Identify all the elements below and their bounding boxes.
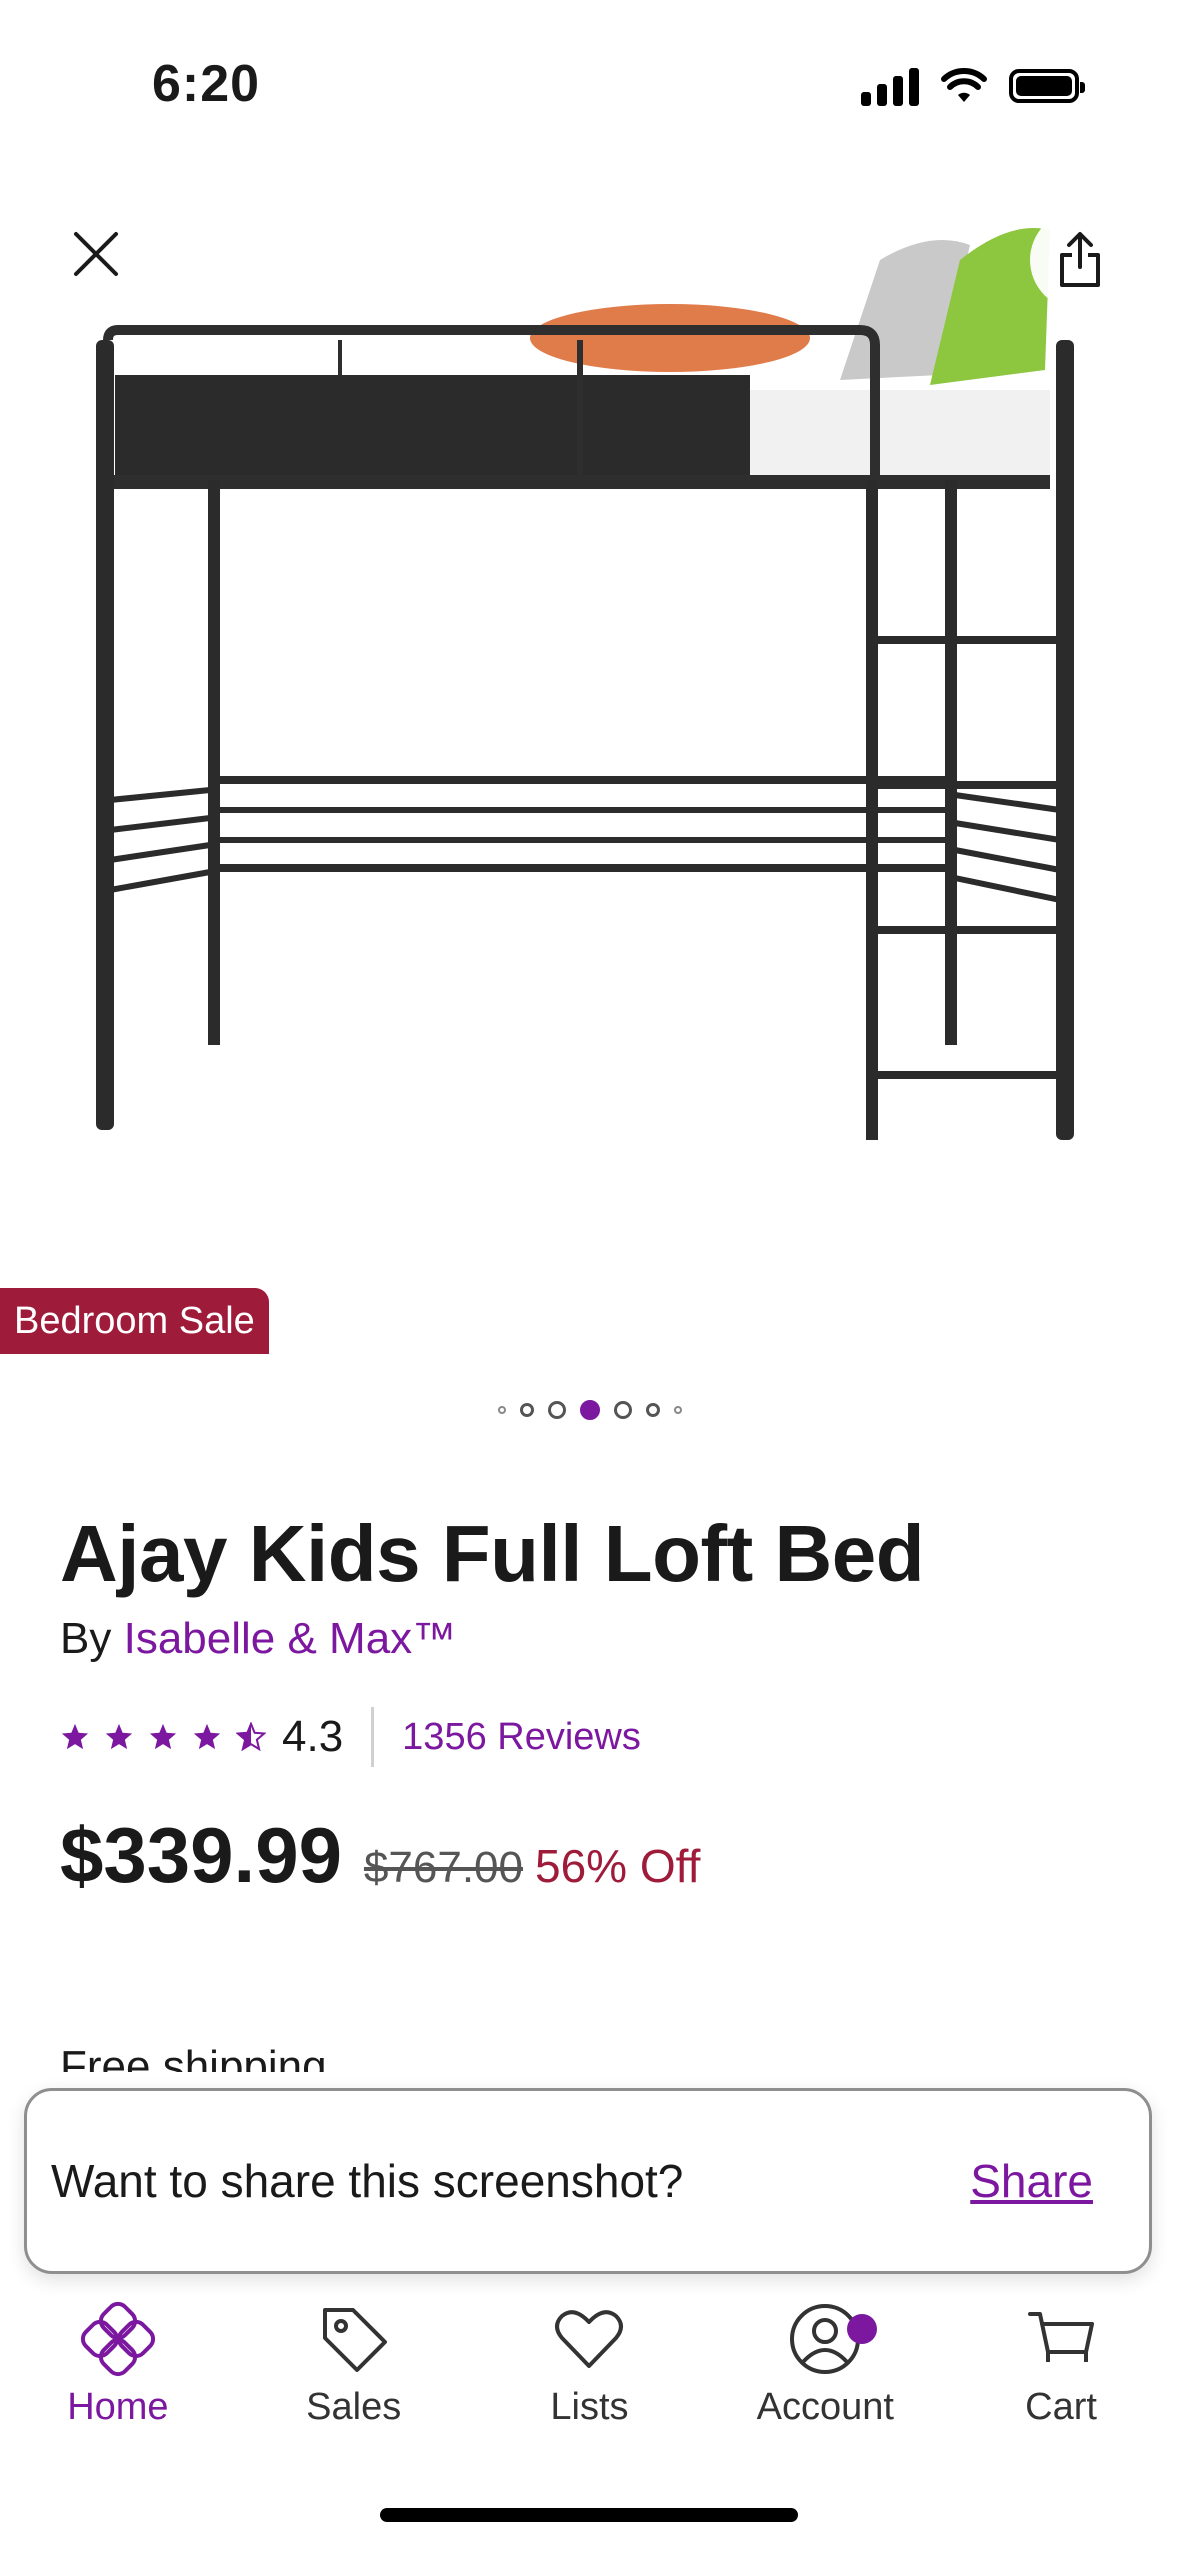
rating-stars (60, 1722, 266, 1752)
star-icon (149, 1723, 177, 1750)
carousel-dot[interactable] (547, 1401, 566, 1419)
nav-label: Sales (306, 2386, 402, 2428)
rating-row: 4.3 1356 Reviews (60, 1704, 641, 1770)
close-icon (74, 232, 118, 276)
share-screenshot-prompt: Want to share this screenshot? Share (24, 2088, 1152, 2274)
star-half-icon (236, 1722, 266, 1752)
nav-item-sales[interactable]: Sales (254, 2300, 454, 2429)
carousel-indicator[interactable] (0, 1400, 1179, 1420)
nav-item-account[interactable]: Account (725, 2300, 925, 2429)
status-icons (861, 66, 1085, 106)
nav-label: Lists (550, 2386, 629, 2428)
rating-value: 4.3 (282, 1712, 344, 1761)
carousel-dot-active[interactable] (579, 1400, 600, 1420)
divider (371, 1707, 375, 1767)
home-indicator (380, 2508, 798, 2522)
nav-item-home[interactable]: Home (18, 2300, 218, 2429)
heart-icon (555, 2310, 624, 2368)
price-row: $339.99 $767.00 56% Off (60, 1810, 700, 1901)
carousel-dot[interactable] (645, 1403, 660, 1417)
nav-label: Home (67, 2386, 169, 2428)
share-prompt-text: Want to share this screenshot? (51, 2155, 684, 2207)
status-time: 6:20 (152, 55, 261, 113)
star-icon (105, 1723, 133, 1750)
discount-label: 56% Off (535, 1840, 701, 1892)
brand-line: By Isabelle & Max™ (60, 1614, 456, 1664)
star-icon (193, 1723, 221, 1750)
share-prompt-button[interactable]: Share (970, 2154, 1093, 2208)
carousel-dot[interactable] (519, 1403, 534, 1417)
product-image[interactable] (0, 150, 1179, 1350)
shipping-info: Free shipping (60, 2042, 327, 2072)
by-label: By (60, 1614, 112, 1663)
close-button[interactable] (58, 216, 134, 292)
current-price: $339.99 (60, 1811, 342, 1899)
cart-icon (1028, 2312, 1095, 2362)
battery-icon (1009, 69, 1085, 103)
cellular-signal-icon (861, 66, 919, 106)
product-title: Ajay Kids Full Loft Bed (60, 1509, 925, 1598)
share-icon (1060, 232, 1100, 287)
brand-link[interactable]: Isabelle & Max™ (124, 1614, 457, 1663)
share-button[interactable] (1030, 210, 1130, 310)
star-icon (61, 1723, 89, 1750)
reviews-link[interactable]: 1356 Reviews (402, 1716, 641, 1759)
nav-item-lists[interactable]: Lists (489, 2300, 689, 2429)
original-price: $767.00 (363, 1843, 524, 1892)
carousel-dot[interactable] (497, 1406, 506, 1414)
nav-item-cart[interactable]: Cart (961, 2300, 1161, 2429)
home-icon (80, 2301, 155, 2377)
wifi-icon (941, 68, 987, 102)
loft-bed-illustration (96, 228, 1074, 1140)
sale-badge: Bedroom Sale (0, 1288, 269, 1354)
nav-label: Cart (1025, 2386, 1097, 2428)
status-bar: 6:20 (0, 0, 1179, 150)
notification-badge (847, 2314, 878, 2344)
nav-label: Account (756, 2386, 894, 2428)
carousel-dot[interactable] (613, 1401, 632, 1419)
bottom-nav: Home Sales Lists Account Cart (0, 2300, 1179, 2460)
carousel-dot[interactable] (673, 1406, 682, 1414)
tag-icon (322, 2308, 387, 2372)
